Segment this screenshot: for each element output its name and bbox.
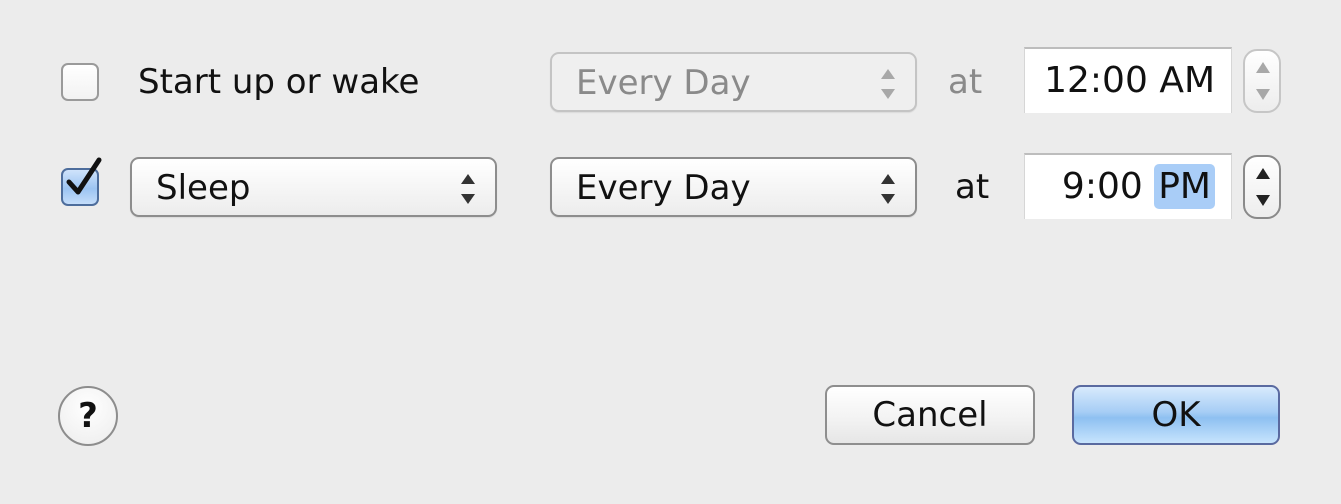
- stepper-up-icon[interactable]: [1256, 62, 1270, 73]
- start-up-time-field[interactable]: 12:00 AM: [1024, 47, 1232, 113]
- action-popup-value: Sleep: [156, 168, 251, 208]
- start-up-label: Start up or wake: [138, 62, 420, 102]
- start-up-time-value[interactable]: 12:00: [1044, 60, 1148, 101]
- start-up-time-ampm[interactable]: AM: [1159, 60, 1215, 101]
- sleep-time-stepper[interactable]: [1243, 155, 1281, 219]
- popup-arrows-icon: [881, 69, 895, 99]
- stepper-up-icon[interactable]: [1256, 168, 1270, 179]
- start-up-at-label: at: [948, 62, 983, 102]
- sleep-time-value[interactable]: 9:00: [1062, 166, 1143, 207]
- stepper-down-icon[interactable]: [1256, 195, 1270, 206]
- sleep-frequency-value: Every Day: [576, 168, 751, 208]
- help-button[interactable]: ?: [58, 386, 118, 446]
- popup-arrows-icon: [461, 174, 475, 204]
- start-up-time-stepper[interactable]: [1243, 49, 1281, 113]
- start-up-frequency-value: Every Day: [576, 63, 751, 103]
- start-up-checkbox[interactable]: [61, 63, 99, 101]
- popup-arrows-icon: [881, 174, 895, 204]
- checkmark-icon: [66, 157, 102, 195]
- sleep-time-ampm[interactable]: PM: [1154, 164, 1215, 209]
- ok-button[interactable]: OK: [1072, 385, 1280, 445]
- sleep-checkbox[interactable]: [61, 157, 102, 206]
- cancel-button[interactable]: Cancel: [825, 385, 1035, 445]
- sleep-time-field[interactable]: 9:00 PM: [1024, 153, 1232, 219]
- sleep-frequency-popup[interactable]: Every Day: [550, 157, 917, 217]
- stepper-down-icon[interactable]: [1256, 89, 1270, 100]
- sleep-at-label: at: [955, 167, 990, 207]
- start-up-frequency-popup[interactable]: Every Day: [550, 52, 917, 112]
- action-popup[interactable]: Sleep: [130, 157, 497, 217]
